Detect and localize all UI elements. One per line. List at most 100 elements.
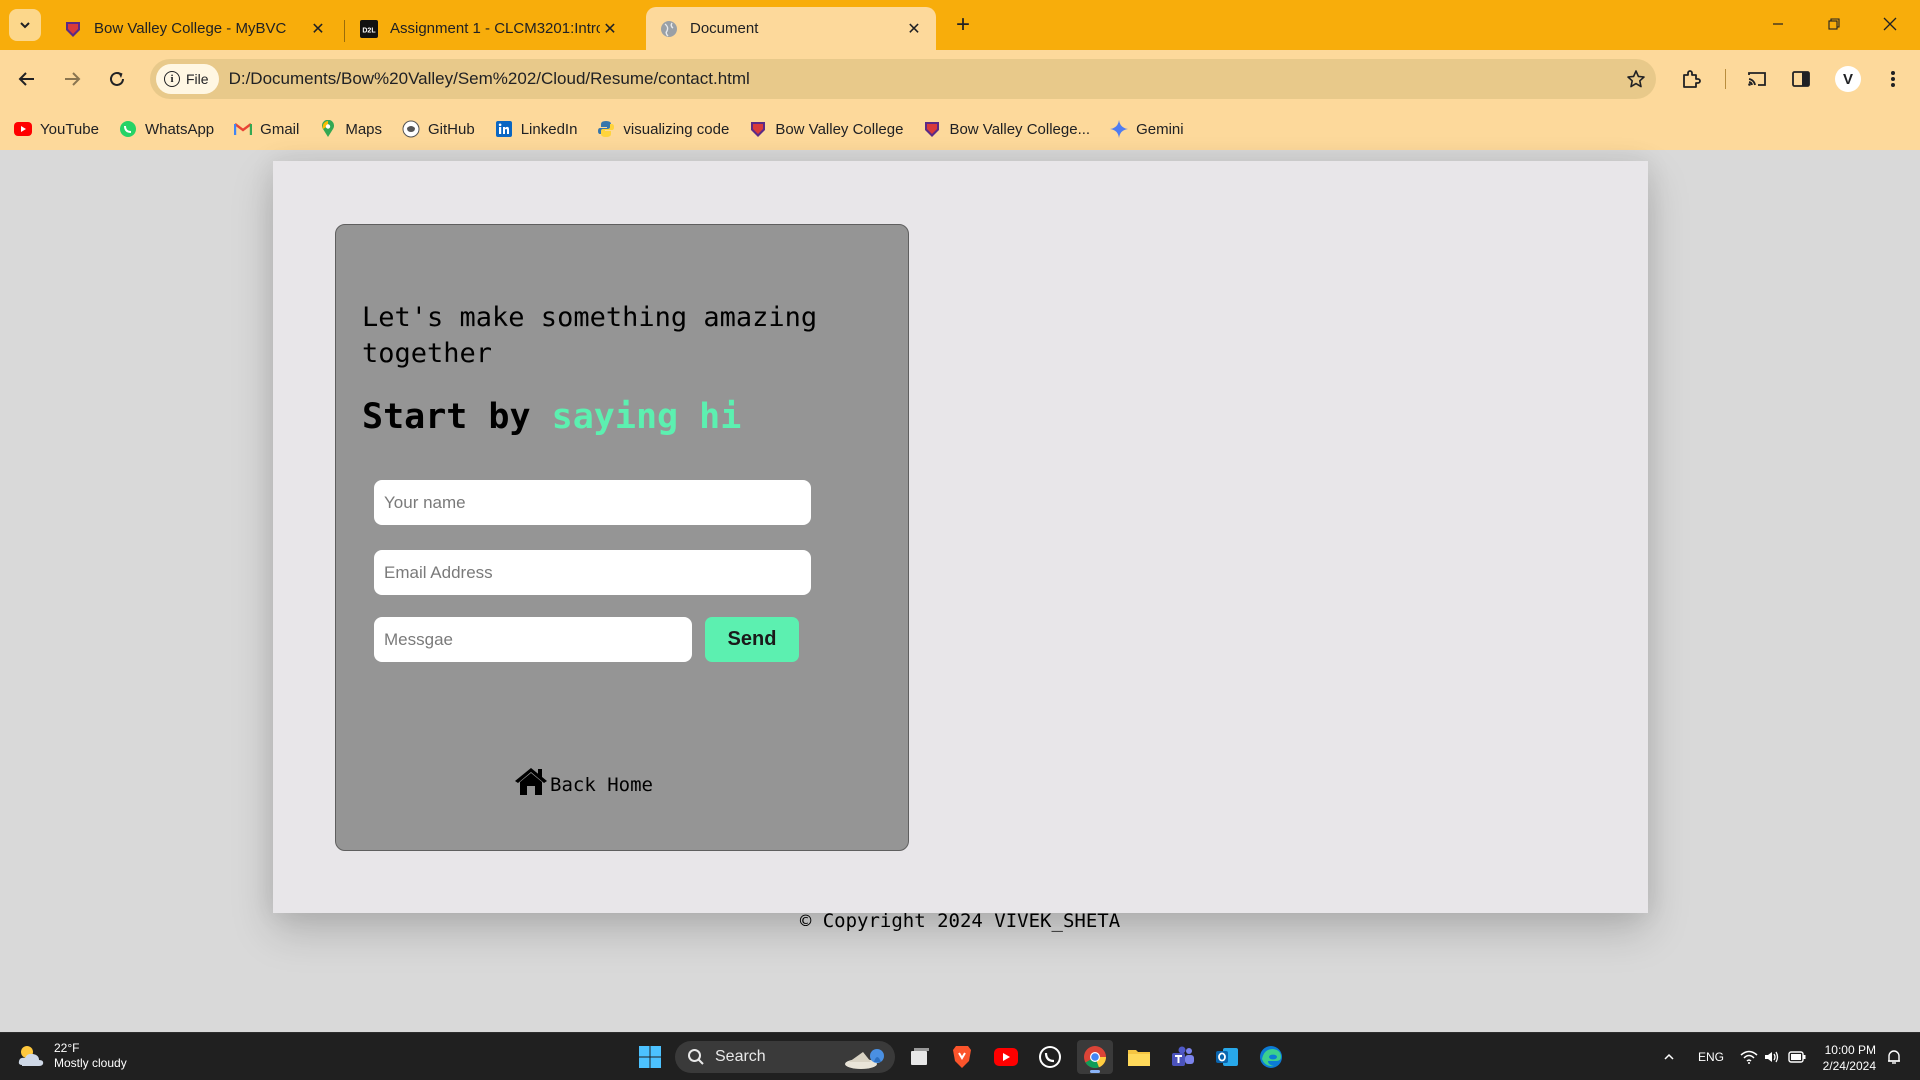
- bookmark-youtube[interactable]: YouTube: [14, 120, 99, 138]
- gemini-icon: [1110, 120, 1129, 138]
- brave-icon: [953, 1046, 971, 1068]
- weather-description: Mostly cloudy: [54, 1056, 127, 1070]
- edge-app[interactable]: [1253, 1040, 1289, 1074]
- star-icon: [1627, 70, 1645, 88]
- bookmark-whatsapp[interactable]: WhatsApp: [119, 120, 214, 138]
- notification-bell-icon: [1888, 1050, 1900, 1064]
- taskbar-search[interactable]: Search: [675, 1041, 895, 1073]
- bookmark-maps[interactable]: Maps: [319, 120, 382, 138]
- youtube-app[interactable]: [988, 1040, 1024, 1074]
- bookmark-bow-valley-college-2[interactable]: Bow Valley College...: [923, 120, 1090, 138]
- page-container: Let's make something amazing together St…: [273, 161, 1648, 913]
- brave-app[interactable]: [944, 1040, 980, 1074]
- weather-widget[interactable]: 22°F Mostly cloudy: [16, 1041, 127, 1071]
- tab-mybvc[interactable]: Bow Valley College - MyBVC ✕: [50, 7, 340, 50]
- arrow-left-icon: [18, 72, 34, 86]
- tab-title: Bow Valley College - MyBVC: [94, 20, 287, 37]
- tab-strip: Bow Valley College - MyBVC ✕ D2L Assignm…: [0, 0, 1920, 50]
- side-panel-button[interactable]: [1786, 64, 1816, 94]
- taskbar-clock[interactable]: 10:00 PM 2/24/2024: [1812, 1042, 1876, 1074]
- close-window-button[interactable]: [1862, 0, 1918, 48]
- toolbar-separator: [1725, 69, 1726, 89]
- page-headline: Let's make something amazing together: [362, 302, 818, 369]
- d2l-icon: D2L: [360, 19, 378, 38]
- forward-button[interactable]: [55, 62, 89, 96]
- wifi-icon: [1740, 1050, 1758, 1064]
- network-volume-battery[interactable]: [1740, 1033, 1806, 1080]
- puzzle-icon: [1683, 70, 1701, 88]
- bookmark-gemini[interactable]: Gemini: [1110, 120, 1184, 138]
- gmail-icon: [234, 123, 253, 135]
- site-info-chip[interactable]: i File: [156, 64, 219, 94]
- svg-text:D2L: D2L: [362, 27, 376, 34]
- weather-temperature: 22°F: [54, 1041, 80, 1055]
- cast-button[interactable]: [1742, 64, 1772, 94]
- bookmark-label: visualizing code: [623, 120, 730, 138]
- address-bar[interactable]: i File D:/Documents/Bow%20Valley/Sem%202…: [150, 59, 1656, 99]
- bookmark-star-button[interactable]: [1616, 69, 1656, 89]
- bookmark-gmail[interactable]: Gmail: [234, 120, 299, 138]
- reload-icon: [110, 71, 124, 86]
- close-icon[interactable]: ✕: [308, 19, 328, 39]
- close-icon[interactable]: ✕: [904, 19, 924, 39]
- tab-document[interactable]: Document ✕: [646, 7, 936, 50]
- tab-assignment[interactable]: D2L Assignment 1 - CLCM3201:Intro ✕: [346, 7, 632, 50]
- reload-button[interactable]: [100, 62, 134, 96]
- windows-icon: [639, 1046, 661, 1068]
- chrome-app[interactable]: [1077, 1040, 1113, 1074]
- whatsapp-icon: [119, 121, 136, 137]
- maps-icon: [322, 120, 335, 137]
- linkedin-icon: [495, 121, 512, 137]
- name-input[interactable]: [374, 480, 811, 525]
- show-hidden-icons-button[interactable]: [1662, 1033, 1676, 1080]
- task-view-icon: [911, 1048, 929, 1065]
- python-icon: [598, 121, 615, 137]
- outlook-icon: [1216, 1048, 1238, 1066]
- bow-valley-icon: [925, 122, 940, 137]
- outlook-app[interactable]: [1209, 1040, 1245, 1074]
- tab-search-button[interactable]: [9, 9, 41, 41]
- send-button[interactable]: Send: [705, 617, 799, 662]
- tab-title: Assignment 1 - CLCM3201:Intro: [390, 20, 600, 37]
- github-icon: [402, 120, 420, 138]
- teams-app[interactable]: [1165, 1040, 1201, 1074]
- clock-time: 10:00 PM: [1824, 1043, 1876, 1057]
- back-home-link[interactable]: Back Home: [514, 766, 653, 796]
- message-input[interactable]: [374, 617, 692, 662]
- minimize-button[interactable]: [1750, 0, 1806, 48]
- notifications-button[interactable]: [1886, 1033, 1902, 1080]
- bookmark-github[interactable]: GitHub: [402, 120, 475, 138]
- bookmark-label: GitHub: [428, 120, 475, 138]
- start-button[interactable]: [632, 1040, 668, 1074]
- home-icon: [515, 768, 547, 795]
- bookmark-label: WhatsApp: [144, 120, 215, 138]
- menu-button[interactable]: [1878, 64, 1908, 94]
- bookmark-label: Maps: [345, 120, 383, 138]
- bookmark-linkedin[interactable]: LinkedIn: [495, 120, 577, 138]
- email-input[interactable]: [374, 550, 811, 595]
- chevron-down-icon: [20, 22, 30, 29]
- bookmark-bow-valley-college[interactable]: Bow Valley College: [749, 120, 903, 138]
- side-panel-icon: [1792, 71, 1810, 87]
- language-indicator[interactable]: ENG: [1698, 1033, 1724, 1080]
- profile-button[interactable]: V: [1833, 64, 1863, 94]
- close-icon[interactable]: ✕: [600, 19, 620, 39]
- minimize-icon: [1773, 23, 1783, 25]
- task-view-button[interactable]: [902, 1040, 938, 1074]
- back-button[interactable]: [10, 62, 44, 96]
- whatsapp-app[interactable]: [1032, 1040, 1068, 1074]
- url-text[interactable]: D:/Documents/Bow%20Valley/Sem%202/Cloud/…: [229, 69, 1616, 89]
- bookmark-visualizing-code[interactable]: visualizing code: [597, 120, 729, 138]
- arrow-right-icon: [65, 72, 81, 86]
- new-tab-button[interactable]: +: [949, 11, 977, 39]
- bookmark-label: Gmail: [260, 120, 300, 138]
- bow-valley-icon: [66, 21, 80, 37]
- restore-button[interactable]: [1806, 0, 1862, 48]
- file-explorer-app[interactable]: [1121, 1040, 1157, 1074]
- extensions-button[interactable]: [1676, 64, 1706, 94]
- page-viewport: Let's make something amazing together St…: [0, 150, 1920, 1032]
- page-subheading: Start by saying hi: [362, 397, 741, 437]
- back-home-label: Back Home: [550, 774, 653, 796]
- kebab-menu-icon: [1891, 71, 1895, 87]
- chevron-up-icon: [1664, 1053, 1674, 1060]
